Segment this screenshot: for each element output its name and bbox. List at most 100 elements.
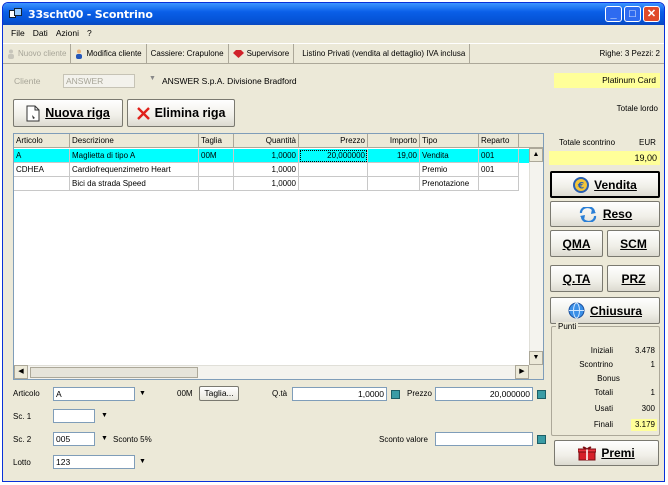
delete-x-icon	[136, 106, 150, 120]
cell-tipo: Premio	[420, 163, 479, 177]
articolo-input[interactable]: A	[53, 387, 135, 401]
qta-calculator-icon[interactable]	[391, 390, 400, 399]
cell-articolo: A	[14, 149, 70, 163]
nuova-riga-button[interactable]: Nuova riga	[13, 99, 123, 127]
vendita-button[interactable]: € Vendita	[550, 171, 660, 198]
col-descrizione[interactable]: Descrizione	[70, 134, 199, 148]
cell-reparto: 001	[479, 149, 519, 163]
scroll-up-icon[interactable]: ▲	[529, 148, 543, 162]
cell-articolo: CDHEA	[14, 163, 70, 177]
punti-title: Punti	[556, 322, 579, 331]
lotto-label: Lotto	[13, 458, 31, 467]
qta-label: Q.tà	[272, 389, 288, 398]
cliente-row: Cliente ANSWER ▼ ANSWER S.p.A. Divisione…	[3, 73, 664, 89]
gift-icon	[578, 446, 597, 461]
scroll-left-icon[interactable]: ◀	[14, 365, 28, 379]
grid-header: Articolo Descrizione Taglia Quantità Pre…	[14, 134, 543, 148]
scroll-thumb[interactable]	[30, 367, 198, 378]
maximize-button[interactable]: □	[624, 6, 641, 22]
supervisore-button[interactable]: Supervisore	[229, 44, 295, 63]
menu-help[interactable]: ?	[87, 28, 92, 38]
scroll-right-icon[interactable]: ▶	[515, 365, 529, 379]
cell-importo	[368, 163, 420, 177]
toolbar: Nuovo cliente Modifica cliente Cassiere:…	[3, 43, 664, 64]
cell-importo: 19,00	[368, 149, 420, 163]
chiusura-button[interactable]: Chiusura	[550, 297, 660, 324]
title-bar[interactable]: 33scht00 - Scontrino _ □ ✕	[3, 3, 664, 25]
articolo-dropdown-icon[interactable]: ▼	[139, 390, 146, 397]
menu-file[interactable]: File	[11, 28, 25, 38]
svg-text:€: €	[577, 181, 584, 191]
currency-label: EUR	[639, 138, 656, 147]
col-taglia[interactable]: Taglia	[199, 134, 234, 148]
return-arrows-icon	[579, 206, 596, 222]
iniziali-value: 3.478	[634, 346, 655, 355]
righe-label: Righe: 3 Pezzi: 2	[599, 49, 660, 58]
nuovo-cliente-button[interactable]: Nuovo cliente	[3, 44, 72, 63]
sc2-label: Sc. 2	[13, 435, 32, 444]
col-prezzo[interactable]: Prezzo	[299, 134, 368, 148]
modifica-cliente-button[interactable]: Modifica cliente	[71, 44, 147, 63]
elimina-riga-button[interactable]: Elimina riga	[127, 99, 235, 127]
menu-azioni[interactable]: Azioni	[56, 28, 79, 38]
punti-panel: Punti Iniziali 3.478 Scontrino 1 Bonus Tot…	[551, 322, 660, 436]
prz-button[interactable]: PRZ	[607, 265, 660, 292]
prz-label: PRZ	[621, 271, 646, 286]
cell-prezzo[interactable]: 20,000000	[299, 149, 368, 163]
grid-vertical-scrollbar[interactable]: ▲ ▼	[529, 148, 543, 365]
table-row[interactable]: A Maglietta di tipo A 00M 1,0000 20,0000…	[14, 149, 531, 163]
col-articolo[interactable]: Articolo	[14, 134, 70, 148]
cell-descrizione: Bici da strada Speed	[70, 177, 199, 191]
sc1-dropdown-icon[interactable]: ▼	[101, 412, 108, 419]
close-button[interactable]: ✕	[643, 6, 660, 22]
supervisore-icon	[232, 49, 244, 58]
prezzo-input[interactable]: 20,000000	[435, 387, 533, 401]
cassiere-info: Cassiere: Crapulone	[147, 44, 229, 63]
sc1-label: Sc. 1	[13, 412, 32, 421]
cell-quantita: 1,0000	[234, 163, 299, 177]
main-window: 33scht00 - Scontrino _ □ ✕ File Dati Azi…	[2, 2, 665, 482]
col-importo[interactable]: Importo	[368, 134, 420, 148]
cliente-dropdown-icon[interactable]: ▼	[149, 75, 156, 82]
totale-lordo-label: Totale lordo	[616, 104, 658, 113]
righe-info: Righe: 3 Pezzi: 2	[596, 44, 664, 63]
scroll-down-icon[interactable]: ▼	[529, 351, 543, 365]
modifica-cliente-label: Modifica cliente	[86, 49, 142, 58]
sconto-calculator-icon[interactable]	[537, 435, 546, 444]
table-row[interactable]: Bici da strada Speed 1,0000 Prenotazione	[14, 177, 531, 191]
qma-button[interactable]: QMA	[550, 230, 603, 257]
sconto-valore-label: Sconto valore	[379, 435, 428, 444]
righe-grid[interactable]: Articolo Descrizione Taglia Quantità Pre…	[13, 133, 544, 380]
qta-input[interactable]: 1,0000	[292, 387, 387, 401]
cell-prezzo	[299, 163, 368, 177]
lotto-dropdown-icon[interactable]: ▼	[139, 458, 146, 465]
cliente-code-field[interactable]: ANSWER	[63, 74, 135, 88]
grid-horizontal-scrollbar[interactable]: ◀ ▶	[14, 365, 529, 379]
table-row[interactable]: CDHEA Cardiofrequenzimetro Heart 1,0000 …	[14, 163, 531, 177]
sconto-valore-input[interactable]	[435, 432, 533, 446]
usati-value: 300	[641, 404, 655, 413]
qta-button-label: Q.TA	[562, 271, 591, 286]
col-reparto[interactable]: Reparto	[479, 134, 519, 148]
person-icon	[8, 49, 14, 59]
finali-label: Finali	[593, 420, 613, 429]
cell-importo	[368, 177, 420, 191]
reso-button[interactable]: Reso	[550, 201, 660, 227]
scm-button[interactable]: SCM	[607, 230, 660, 257]
sc2-input[interactable]: 005	[53, 432, 95, 446]
cliente-name: ANSWER S.p.A. Divisione Bradford	[162, 76, 297, 86]
sc1-input[interactable]	[53, 409, 95, 423]
col-quantita[interactable]: Quantità	[234, 134, 299, 148]
qta-button[interactable]: Q.TA	[550, 265, 603, 292]
sc2-dropdown-icon[interactable]: ▼	[101, 435, 108, 442]
prezzo-calculator-icon[interactable]	[537, 390, 546, 399]
app-icon	[9, 8, 23, 20]
taglia-button[interactable]: Taglia...	[199, 386, 239, 401]
minimize-button[interactable]: _	[605, 6, 622, 22]
finali-value: 3.179	[631, 419, 657, 431]
totale-scontrino-label: Totale scontrino	[559, 138, 616, 147]
col-tipo[interactable]: Tipo	[420, 134, 479, 148]
lotto-input[interactable]: 123	[53, 455, 135, 469]
premi-button[interactable]: Premi	[554, 440, 659, 466]
menu-dati[interactable]: Dati	[33, 28, 48, 38]
